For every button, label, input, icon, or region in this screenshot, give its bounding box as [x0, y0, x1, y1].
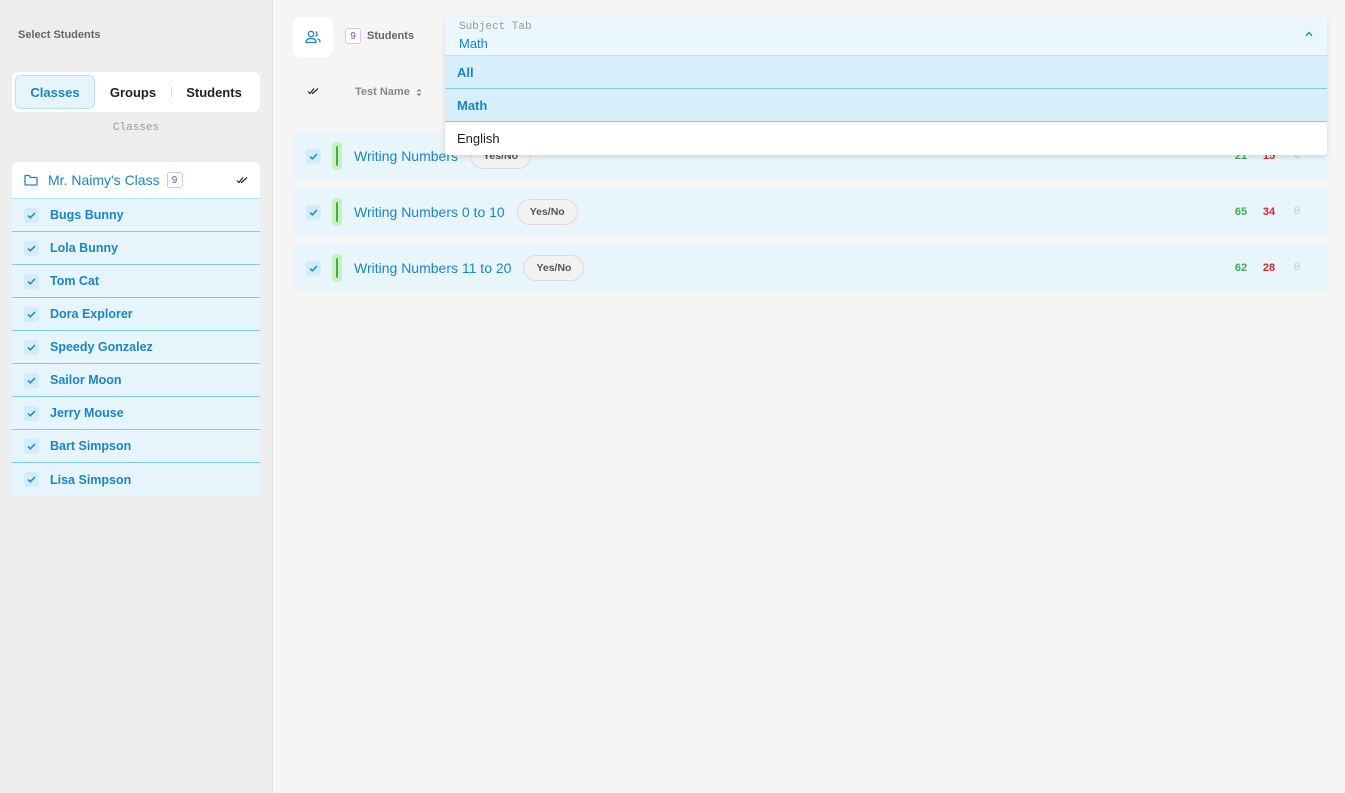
- student-row[interactable]: Tom Cat: [12, 265, 260, 298]
- subject-option-all[interactable]: All: [445, 56, 1327, 89]
- status-indicator: [332, 198, 342, 226]
- student-name: Bart Simpson: [50, 439, 132, 453]
- checkbox-checked-icon[interactable]: [24, 372, 39, 388]
- class-card: Mr. Naimy's Class 9 Bugs Bunny Lola Bunn…: [12, 162, 260, 496]
- checkbox-checked-icon[interactable]: [24, 273, 39, 289]
- tab-classes[interactable]: Classes: [15, 75, 95, 109]
- checkbox-checked-icon[interactable]: [24, 438, 39, 454]
- test-name[interactable]: Writing Numbers: [354, 148, 458, 164]
- stat-untested: 0: [1293, 206, 1301, 218]
- double-check-icon[interactable]: [236, 176, 248, 184]
- class-student-count-badge: 9: [166, 172, 183, 188]
- students-label: Students: [367, 30, 415, 42]
- student-row[interactable]: Sailor Moon: [12, 364, 260, 397]
- tab-groups[interactable]: Groups: [95, 75, 171, 109]
- subject-dropdown: Subject Tab Math All Math English: [445, 17, 1327, 155]
- stat-correct: 62: [1234, 262, 1248, 274]
- student-sidebar: Select Students Classes Groups Students …: [0, 0, 273, 793]
- student-name: Jerry Mouse: [50, 406, 124, 420]
- class-header[interactable]: Mr. Naimy's Class 9: [12, 162, 260, 199]
- student-name: Bugs Bunny: [50, 208, 124, 222]
- test-row[interactable]: Writing Numbers 11 to 20 Yes/No 62 28 0: [293, 244, 1327, 292]
- subject-select-label: Subject Tab: [459, 21, 532, 33]
- student-row[interactable]: Lisa Simpson: [12, 463, 260, 496]
- checkbox-checked-icon[interactable]: [24, 207, 39, 223]
- student-row[interactable]: Lola Bunny: [12, 232, 260, 265]
- stat-incorrect: 28: [1262, 262, 1276, 274]
- student-name: Lisa Simpson: [50, 472, 132, 487]
- checkbox-checked-icon[interactable]: [306, 260, 321, 276]
- stat-untested: 0: [1293, 262, 1301, 274]
- checkbox-checked-icon[interactable]: [24, 306, 39, 322]
- stat-incorrect: 34: [1262, 206, 1276, 218]
- app: Select Students Classes Groups Students …: [0, 0, 1345, 793]
- subject-option-english[interactable]: English: [445, 122, 1327, 155]
- students-button[interactable]: [293, 17, 333, 57]
- chevron-up-icon[interactable]: [1305, 31, 1313, 37]
- column-header-test-name[interactable]: Test Name: [355, 86, 422, 98]
- users-icon: [305, 30, 321, 44]
- student-name: Speedy Gonzalez: [50, 340, 153, 354]
- student-row[interactable]: Jerry Mouse: [12, 397, 260, 430]
- status-indicator: [332, 254, 342, 282]
- subject-select-value: Math: [459, 36, 488, 51]
- column-header-label: Test Name: [355, 86, 410, 98]
- student-list: Bugs Bunny Lola Bunny Tom Cat Dora Explo…: [12, 199, 260, 496]
- student-name: Dora Explorer: [50, 307, 133, 321]
- checkbox-checked-icon[interactable]: [306, 204, 321, 220]
- select-all-check-icon[interactable]: [307, 87, 319, 95]
- test-stats: 65 34 0: [1227, 206, 1311, 218]
- checkbox-checked-icon[interactable]: [24, 240, 39, 256]
- student-row[interactable]: Speedy Gonzalez: [12, 331, 260, 364]
- student-name: Sailor Moon: [50, 373, 122, 387]
- test-row[interactable]: Writing Numbers 0 to 10 Yes/No 65 34 0: [293, 188, 1327, 236]
- student-name: Lola Bunny: [50, 241, 119, 255]
- checkbox-checked-icon[interactable]: [306, 148, 321, 164]
- test-name[interactable]: Writing Numbers 11 to 20: [354, 260, 511, 276]
- stat-correct: 65: [1234, 206, 1248, 218]
- student-name: Tom Cat: [50, 274, 100, 288]
- student-row[interactable]: Bugs Bunny: [12, 199, 260, 232]
- folder-icon: [24, 174, 38, 186]
- checkbox-checked-icon[interactable]: [24, 339, 39, 355]
- test-type-pill: Yes/No: [523, 255, 585, 281]
- test-name[interactable]: Writing Numbers 0 to 10: [354, 204, 505, 220]
- tab-students[interactable]: Students: [171, 75, 257, 109]
- test-type-pill: Yes/No: [516, 199, 578, 225]
- selected-students-count-badge: 9: [345, 28, 361, 44]
- checkbox-checked-icon[interactable]: [24, 405, 39, 421]
- subject-select[interactable]: Subject Tab Math: [445, 17, 1327, 56]
- checkbox-checked-icon[interactable]: [24, 472, 39, 487]
- test-stats: 62 28 0: [1227, 262, 1311, 274]
- status-indicator: [332, 142, 342, 170]
- student-row[interactable]: Bart Simpson: [12, 430, 260, 463]
- sort-icon: [416, 88, 422, 97]
- class-name: Mr. Naimy's Class: [48, 172, 160, 188]
- sidebar-title: Select Students: [18, 29, 101, 41]
- selected-students-summary: 9 Students: [345, 28, 414, 44]
- tab-caption: Classes: [112, 122, 160, 134]
- student-row[interactable]: Dora Explorer: [12, 298, 260, 331]
- selection-mode-tabs: Classes Groups Students: [12, 72, 260, 112]
- subject-option-math[interactable]: Math: [445, 89, 1327, 122]
